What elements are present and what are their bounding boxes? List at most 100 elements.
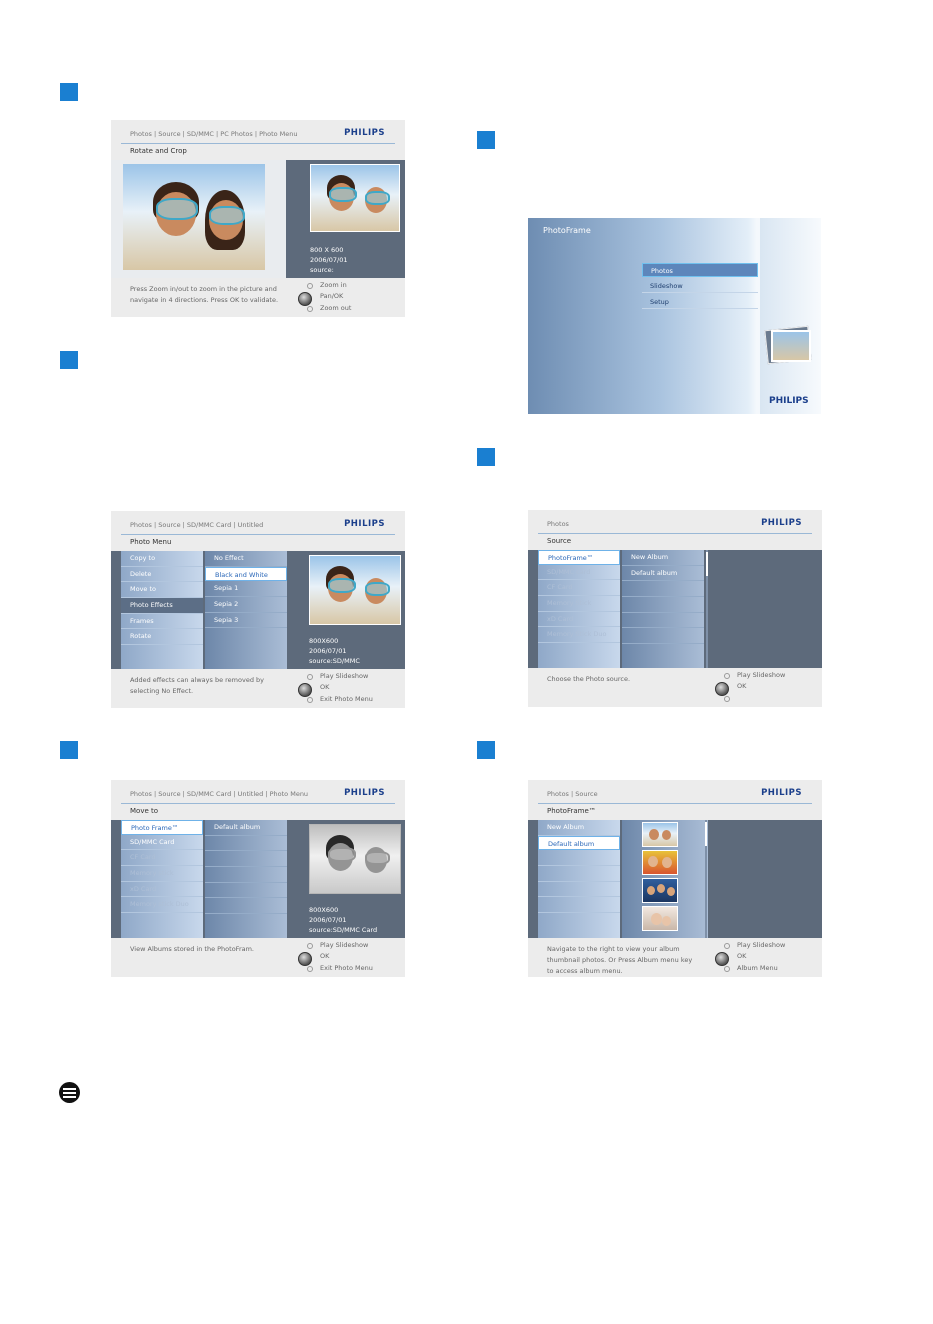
main-menu-slideshow[interactable]: Slideshow: [642, 279, 758, 293]
scrollbar[interactable]: [706, 550, 708, 668]
destination-xd-card: xD Card: [121, 882, 203, 898]
option-play-slideshow: Play Slideshow: [737, 671, 786, 679]
help-text: Choose the Photo source.: [547, 675, 631, 683]
effect-item-sepia-1[interactable]: Sepia 1: [205, 581, 287, 598]
help-text: Navigate to the right to view your album…: [547, 945, 693, 975]
effect-item-no-effect[interactable]: No Effect: [205, 551, 287, 567]
photo-resolution: 800 X 600: [310, 246, 344, 254]
content-panel: 800 X 600 2006/07/01 source:: [111, 160, 405, 278]
album-item-new[interactable]: New Album: [622, 550, 704, 566]
main-photo[interactable]: [123, 164, 265, 270]
album-item-default[interactable]: Default album: [538, 835, 620, 851]
breadcrumb: Photos: [547, 520, 569, 528]
screen-title: Rotate and Crop: [130, 147, 187, 155]
source-list: PhotoFrame™ SD/MMC card CF Card Memory S…: [538, 550, 620, 668]
philips-logo: PHILIPS: [761, 518, 802, 528]
scrollbar[interactable]: [705, 820, 707, 938]
main-menu-photos[interactable]: Photos: [642, 263, 758, 277]
photo-source: source:SD/MMC: [309, 657, 360, 665]
source-memory-stick-duo: Memory Stick Duo: [538, 627, 620, 644]
device-name: PhotoFrame: [543, 226, 591, 235]
breadcrumb: Photos | Source: [547, 790, 598, 798]
menu-item-move-to[interactable]: Move to: [121, 582, 203, 599]
button-indicator: [724, 943, 730, 949]
breadcrumb: Photos | Source | SD/MMC Card | Untitled: [130, 521, 264, 529]
help-text: View Albums stored in the PhotoFram.: [130, 945, 254, 953]
source-memory-stick: Memory Stick: [538, 596, 620, 612]
photo-date: 2006/07/01: [310, 256, 348, 264]
photo-frame-picture-icon: [771, 330, 811, 362]
navigation-dial-icon: [715, 682, 729, 696]
album-item-default[interactable]: Default album: [205, 820, 287, 836]
menu-item-frames[interactable]: Frames: [121, 614, 203, 630]
option-play-slideshow: Play Slideshow: [320, 672, 369, 680]
screen-rotate-crop: Photos | Source | SD/MMC | PC Photos | P…: [111, 120, 405, 317]
navigation-dial-icon: [298, 952, 312, 966]
effect-item-sepia-2[interactable]: Sepia 2: [205, 597, 287, 613]
album-thumbnail[interactable]: [642, 822, 678, 847]
philips-logo: PHILIPS: [769, 396, 809, 406]
photo-date: 2006/07/01: [309, 647, 347, 655]
philips-logo: PHILIPS: [344, 128, 385, 138]
destination-memory-stick-duo: Memory stick Duo: [121, 897, 203, 914]
photo-date: 2006/07/01: [309, 916, 347, 924]
button-indicator: [724, 966, 730, 972]
screen-photo-menu: Photos | Source | SD/MMC Card | Untitled…: [111, 511, 405, 708]
album-thumbnail[interactable]: [642, 878, 678, 903]
source-cf-card: CF Card: [538, 580, 620, 597]
effects-list: No Effect Black and White Sepia 1 Sepia …: [205, 551, 287, 669]
screen-photoframe-main: PhotoFrame Photos Slideshow Setup PHILIP…: [528, 218, 821, 414]
album-item-default[interactable]: Default album: [622, 566, 704, 582]
option-ok: OK: [737, 682, 747, 691]
main-menu-setup[interactable]: Setup: [642, 295, 758, 309]
option-exit-photo-menu: Exit Photo Menu: [320, 963, 373, 972]
philips-logo: PHILIPS: [344, 788, 385, 798]
photo-info-panel: 800X600 2006/07/01 source:SD/MMC: [299, 551, 405, 669]
preview-thumbnail: [309, 555, 401, 625]
destination-sd-mmc-card[interactable]: SD/MMC Card: [121, 835, 203, 851]
screen-source: Photos PHILIPS Source PhotoFrame™ SD/MMC…: [528, 510, 822, 707]
album-thumbnail[interactable]: [642, 850, 678, 875]
menu-item-copy-to[interactable]: Copy to: [121, 551, 203, 567]
menu-item-rotate[interactable]: Rotate: [121, 629, 203, 646]
help-footer: Navigate to the right to view your album…: [528, 938, 822, 977]
destination-photo-frame[interactable]: Photo Frame™: [121, 820, 203, 835]
destination-list: Photo Frame™ SD/MMC Card CF Card Memory …: [121, 820, 203, 938]
button-indicator: [307, 283, 313, 289]
source-photo-frame[interactable]: PhotoFrame™: [538, 550, 620, 565]
option-play-slideshow: Play Slideshow: [737, 941, 786, 949]
option-ok: OK: [320, 683, 330, 692]
content-panel: PhotoFrame™ SD/MMC card CF Card Memory S…: [528, 550, 822, 668]
effect-item-sepia-3[interactable]: Sepia 3: [205, 613, 287, 629]
option-ok: OK: [320, 952, 330, 961]
navigation-dial-icon: [298, 292, 312, 306]
step-marker: [60, 741, 78, 759]
menu-item-photo-effects[interactable]: Photo Effects: [121, 598, 203, 614]
album-item-new[interactable]: New Album: [538, 820, 620, 836]
album-thumbnail[interactable]: [642, 906, 678, 931]
option-ok: OK: [737, 952, 747, 961]
album-list: New Album Default album: [622, 550, 704, 668]
button-indicator: [307, 966, 313, 972]
preview-thumbnail: [310, 164, 400, 232]
content-panel: New Album Default album: [528, 820, 822, 938]
button-indicator: [307, 943, 313, 949]
divider: [538, 803, 812, 804]
philips-logo: PHILIPS: [344, 519, 385, 529]
divider: [538, 533, 812, 534]
help-text: Press Zoom in/out to zoom in the picture…: [130, 285, 279, 304]
navigation-dial-icon: [298, 683, 312, 697]
option-pan-ok: Pan/OK: [320, 292, 344, 301]
step-marker: [60, 83, 78, 101]
step-marker: [477, 741, 495, 759]
button-indicator: [724, 673, 730, 679]
photo-info-panel: 800X600 2006/07/01 source:SD/MMC Card: [299, 820, 405, 938]
help-footer: Choose the Photo source. Play Slideshow …: [528, 668, 822, 707]
content-panel: Photo Frame™ SD/MMC Card CF Card Memory …: [111, 820, 405, 938]
menu-item-delete[interactable]: Delete: [121, 567, 203, 583]
step-marker: [477, 131, 495, 149]
destination-memory-stick: Memory stick: [121, 866, 203, 882]
help-text: Added effects can always be removed by s…: [130, 676, 264, 695]
step-marker: [477, 448, 495, 466]
effect-item-black-white[interactable]: Black and White: [205, 566, 287, 582]
